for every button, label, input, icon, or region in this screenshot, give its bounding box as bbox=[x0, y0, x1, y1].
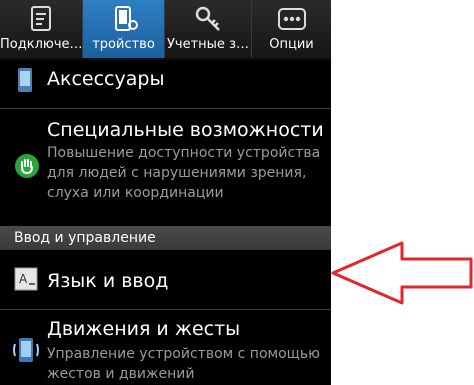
section-header-label: Ввод и управление bbox=[14, 230, 156, 246]
language-title: Язык и ввод bbox=[47, 270, 169, 292]
svg-text:A: A bbox=[19, 272, 28, 286]
accessibility-title: Специальные возможности bbox=[47, 119, 324, 141]
pointer-arrow-icon bbox=[331, 241, 473, 305]
device-icon bbox=[114, 6, 138, 31]
tab-connections[interactable]: Подключе… bbox=[0, 0, 83, 58]
settings-screen: Подключе… тройство Учетные з… Опции Аксе… bbox=[0, 0, 331, 385]
more-icon bbox=[277, 8, 306, 30]
setting-accessories[interactable]: Аксессуары bbox=[0, 60, 331, 108]
tab-options-label: Опции bbox=[269, 37, 314, 52]
motions-description: Управление устройством с помощью жестов … bbox=[47, 346, 320, 382]
tab-device[interactable]: тройство bbox=[83, 0, 165, 58]
tab-connections-label: Подключе… bbox=[0, 37, 83, 52]
language-keyboard-icon: A bbox=[14, 267, 38, 291]
accounts-icon bbox=[195, 6, 220, 31]
motions-title: Движения и жесты bbox=[47, 318, 241, 340]
motion-icon bbox=[13, 338, 39, 362]
connections-icon bbox=[31, 6, 51, 31]
accessibility-description: Повышение доступности устройства для люд… bbox=[47, 145, 321, 201]
setting-motions-gestures[interactable]: Движения и жесты Управление устройством … bbox=[0, 310, 331, 385]
tab-accounts-label: Учетные з… bbox=[167, 37, 249, 52]
setting-language-input[interactable]: A Язык и ввод bbox=[0, 250, 331, 309]
accessibility-hand-icon bbox=[15, 154, 39, 178]
accessory-icon bbox=[18, 68, 32, 92]
tab-accounts[interactable]: Учетные з… bbox=[165, 0, 252, 58]
setting-accessibility[interactable]: Специальные возможности Повышение доступ… bbox=[0, 109, 331, 226]
tab-device-label: тройство bbox=[92, 37, 155, 52]
settings-tab-bar: Подключе… тройство Учетные з… Опции bbox=[0, 0, 331, 60]
accessories-title: Аксессуары bbox=[47, 68, 165, 90]
tab-options[interactable]: Опции bbox=[252, 0, 331, 58]
section-header-input-control: Ввод и управление bbox=[0, 226, 331, 250]
